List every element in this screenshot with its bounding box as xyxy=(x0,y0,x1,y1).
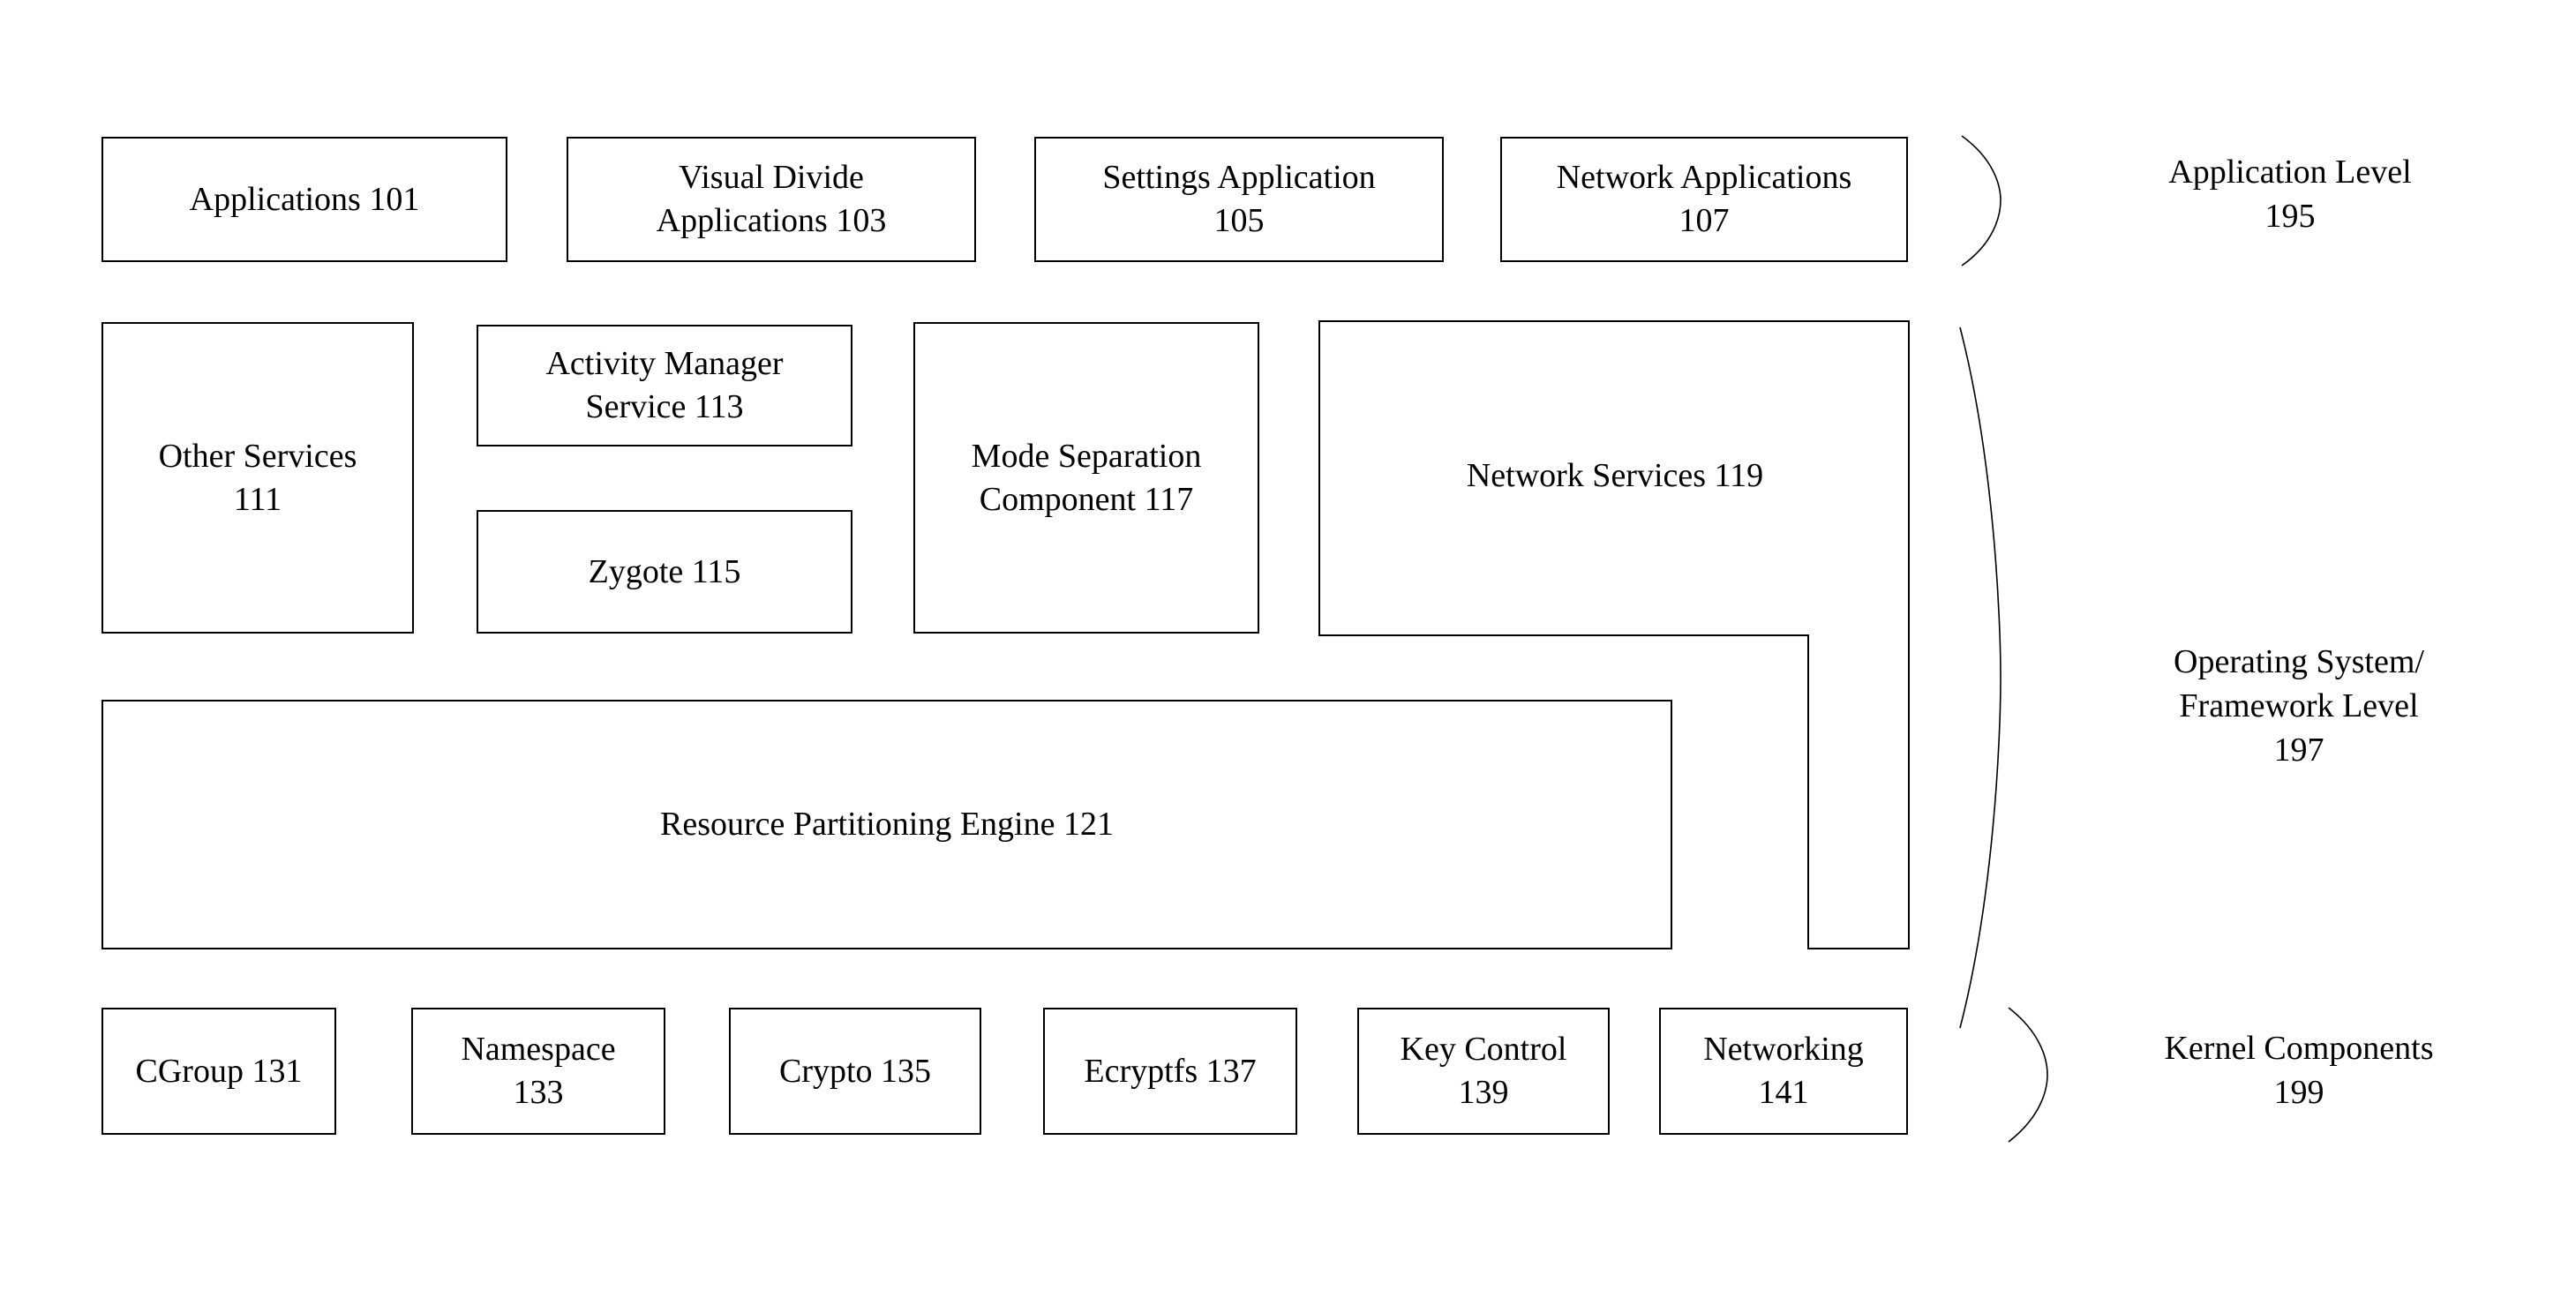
box-network-services-119-label: Network Services 119 xyxy=(1466,457,1764,494)
box-other-services-111: Other Services 111 xyxy=(101,322,414,634)
box-ecryptfs-137: Ecryptfs 137 xyxy=(1043,1008,1297,1135)
box-applications-101: Applications 101 xyxy=(101,137,507,262)
box-zygote-115: Zygote 115 xyxy=(477,510,852,634)
box-mode-separation-component-117: Mode Separation Component 117 xyxy=(913,322,1259,634)
box-crypto-135: Crypto 135 xyxy=(729,1008,981,1135)
brace-os-framework-level xyxy=(1955,325,2025,1031)
box-activity-manager-service-113: Activity Manager Service 113 xyxy=(477,325,852,446)
tier-label-os-framework-level: Operating System/ Framework Level 197 xyxy=(2174,643,2424,769)
box-namespace-133: Namespace 133 xyxy=(411,1008,665,1135)
brace-application-level xyxy=(1955,132,2016,269)
box-visual-divide-applications-103: Visual Divide Applications 103 xyxy=(567,137,976,262)
box-network-applications-107: Network Applications 107 xyxy=(1500,137,1908,262)
box-cgroup-131: CGroup 131 xyxy=(101,1008,336,1135)
brace-kernel-components xyxy=(2001,1004,2063,1145)
box-networking-141: Networking 141 xyxy=(1659,1008,1908,1135)
architecture-figure: Applications 101 Visual Divide Applicati… xyxy=(0,0,2576,1298)
tier-label-kernel-components: Kernel Components 199 xyxy=(2164,1030,2434,1112)
box-key-control-139: Key Control 139 xyxy=(1357,1008,1610,1135)
box-resource-partitioning-engine-121: Resource Partitioning Engine 121 xyxy=(101,700,1672,949)
tier-label-application-level: Application Level 195 xyxy=(2168,154,2412,236)
box-settings-application-105: Settings Application 105 xyxy=(1034,137,1444,262)
